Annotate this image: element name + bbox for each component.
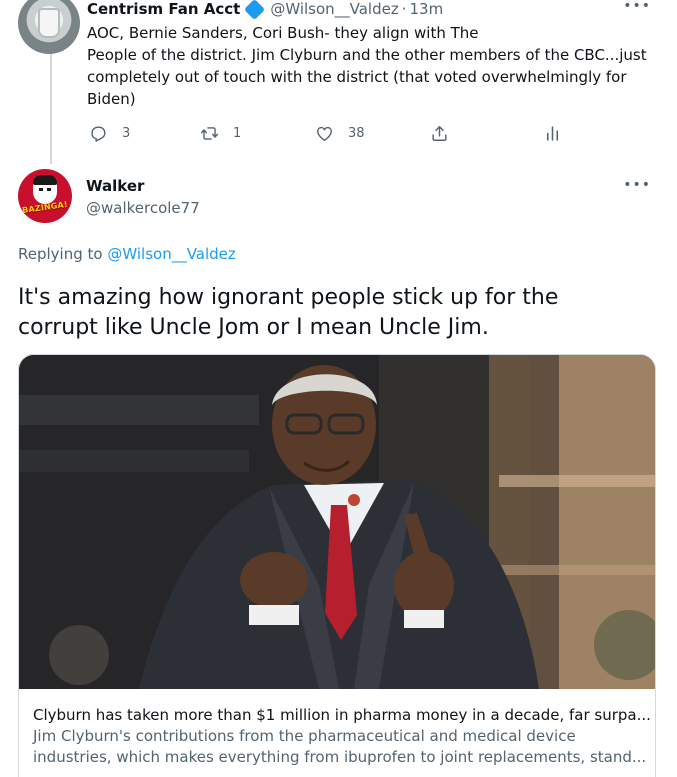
like-icon	[317, 126, 332, 141]
handle[interactable]: @walkercole77	[86, 199, 200, 217]
like-button[interactable]: 38	[315, 122, 365, 144]
display-name[interactable]: Centrism Fan Acct	[87, 0, 240, 18]
tweet-text: AOC, Bernie Sanders, Cori Bush- they ali…	[87, 22, 647, 110]
card-title: Clyburn has taken more than $1 million i…	[33, 706, 651, 724]
analytics-button[interactable]	[543, 122, 562, 144]
tweet-text-line: corrupt like Uncle Jom or I mean Uncle J…	[18, 315, 489, 340]
verified-badge-icon	[244, 0, 266, 20]
card-image[interactable]	[19, 355, 655, 689]
analytics-icon	[546, 125, 559, 141]
avatar-logo-text: BAZINGA!	[21, 199, 69, 216]
tweet-text-line: completely out of touch with the distric…	[87, 68, 627, 86]
tweet-header: Centrism Fan Acct @Wilson__Valdez · 13m	[87, 0, 444, 20]
tweet-text-line: Biden)	[87, 90, 136, 108]
display-name[interactable]: Walker	[86, 177, 144, 195]
share-icon	[432, 125, 447, 141]
tweet-text: It's amazing how ignorant people stick u…	[18, 283, 658, 343]
avatar-eye	[47, 188, 51, 191]
like-count: 38	[348, 125, 365, 141]
avatar-cup-image	[38, 8, 60, 38]
separator-dot: ·	[401, 0, 407, 18]
link-preview-card[interactable]: Clyburn has taken more than $1 million i…	[18, 354, 656, 777]
more-icon[interactable]: •••	[623, 177, 651, 193]
avatar[interactable]: BAZINGA!	[18, 169, 72, 223]
card-description-line: Jim Clyburn's contributions from the pha…	[33, 727, 576, 745]
avatar[interactable]	[18, 0, 80, 54]
share-button[interactable]	[430, 122, 449, 144]
reply-count: 3	[122, 125, 131, 141]
replying-to-link[interactable]: @Wilson__Valdez	[107, 245, 235, 263]
card-description-line: industries, which makes everything from …	[33, 748, 647, 766]
tweet-text-line: AOC, Bernie Sanders, Cori Bush- they ali…	[87, 24, 479, 42]
thread-connector-line	[50, 52, 52, 164]
avatar-hair	[33, 175, 57, 185]
retweet-icon	[200, 126, 219, 140]
card-text[interactable]: Clyburn has taken more than $1 million i…	[33, 705, 651, 768]
retweet-button[interactable]: 1	[200, 122, 241, 144]
tweet-actions: 3 1 38	[87, 122, 567, 144]
reply-button[interactable]: 3	[89, 122, 130, 144]
replying-to: Replying to @Wilson__Valdez	[18, 245, 236, 263]
card-photo-illustration	[19, 355, 655, 689]
tweet-text-line: People of the district. Jim Clyburn and …	[87, 46, 647, 64]
tweet-text-line: It's amazing how ignorant people stick u…	[18, 285, 559, 310]
replying-to-label: Replying to	[18, 245, 103, 263]
reply-icon	[91, 125, 106, 142]
handle[interactable]: @Wilson__Valdez	[270, 0, 398, 18]
avatar-eye	[39, 188, 43, 191]
timestamp[interactable]: 13m	[410, 0, 444, 18]
more-icon[interactable]: •••	[623, 0, 651, 14]
retweet-count: 1	[233, 125, 242, 141]
